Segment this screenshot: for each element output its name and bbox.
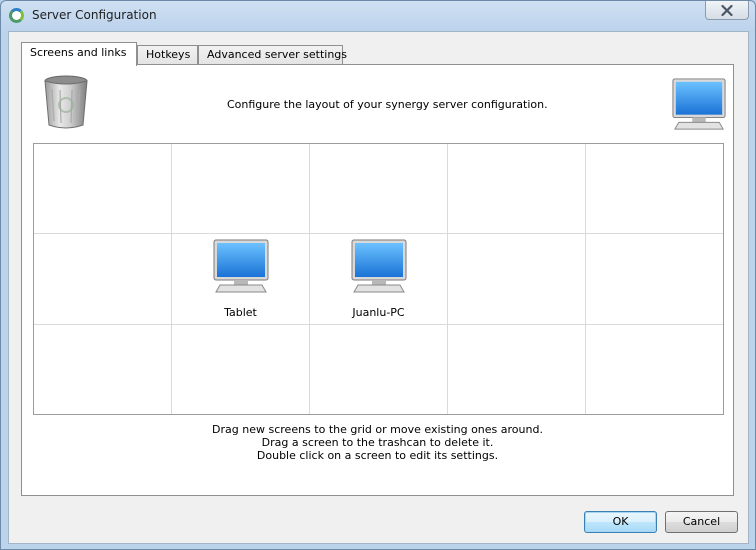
screen-layout-grid[interactable]: Tablet Juanlu-PC (33, 143, 724, 415)
grid-cell[interactable] (172, 325, 310, 414)
grid-cell[interactable] (34, 234, 172, 325)
tab-hotkeys[interactable]: Hotkeys (137, 45, 198, 65)
monitor-icon (213, 239, 269, 293)
grid-cell[interactable] (448, 234, 586, 325)
screen-tablet[interactable]: Tablet (172, 234, 309, 324)
screen-juanlu-pc[interactable]: Juanlu-PC (310, 234, 447, 324)
synergy-icon (9, 8, 24, 23)
ok-button[interactable]: OK (584, 511, 657, 533)
grid-cell-juanlu-pc[interactable]: Juanlu-PC (310, 234, 448, 325)
window-title: Server Configuration (32, 8, 157, 22)
grid-cell[interactable] (448, 325, 586, 414)
grid-cell[interactable] (448, 144, 586, 234)
screens-and-links-panel: Configure the layout of your synergy ser… (21, 64, 734, 496)
grid-cell[interactable] (34, 325, 172, 414)
header-text: Configure the layout of your synergy ser… (227, 98, 548, 111)
title-bar[interactable]: Server Configuration (1, 1, 755, 31)
new-screen-monitor-icon[interactable] (671, 77, 727, 133)
tab-advanced-server-settings[interactable]: Advanced server settings (198, 45, 347, 65)
monitor-icon (351, 239, 407, 293)
hint-drag-new: Drag new screens to the grid or move exi… (212, 423, 543, 436)
close-button[interactable] (705, 1, 749, 20)
grid-cell[interactable] (586, 144, 723, 234)
grid-cell[interactable] (310, 144, 448, 234)
grid-cell[interactable] (586, 234, 723, 325)
server-configuration-window: Server Configuration Screens and links H… (0, 0, 756, 550)
cancel-button[interactable]: Cancel (665, 511, 738, 533)
grid-cell-tablet[interactable]: Tablet (172, 234, 310, 325)
grid-cell[interactable] (34, 144, 172, 234)
close-icon (721, 4, 733, 16)
grid-cell[interactable] (586, 325, 723, 414)
instructions-text: Drag new screens to the grid or move exi… (22, 423, 733, 462)
grid-cell[interactable] (172, 144, 310, 234)
grid-cell[interactable] (310, 325, 448, 414)
screen-name-label: Juanlu-PC (352, 306, 405, 319)
tab-screens-and-links[interactable]: Screens and links (21, 42, 137, 66)
hint-double-click: Double click on a screen to edit its set… (256, 449, 499, 462)
screen-name-label: Tablet (224, 306, 257, 319)
dialog-client-area: Screens and links Hotkeys Advanced serve… (8, 31, 749, 544)
hint-trashcan: Drag a screen to the trashcan to delete … (261, 436, 494, 449)
trashcan-icon[interactable] (42, 75, 90, 131)
